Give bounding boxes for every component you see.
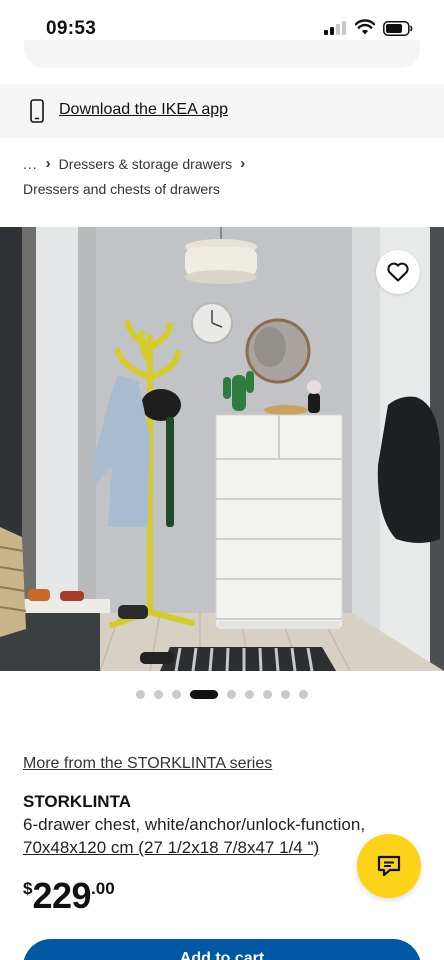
carousel-dot[interactable] [281,689,290,699]
carousel-dot-active[interactable] [190,689,218,699]
breadcrumb-current[interactable]: Dressers and chests of drawers [23,181,220,197]
carousel-dot[interactable] [227,689,236,699]
breadcrumb-item-dressers-storage-drawers[interactable]: Dressers & storage drawers [59,156,233,172]
carousel-dot[interactable] [245,689,254,699]
product-dimensions-link[interactable]: 70x48x120 cm (27 1/2x18 7/8x47 1/4 ") [23,838,319,858]
status-time: 09:53 [46,18,97,39]
app-download-banner[interactable]: Download the IKEA app [0,84,444,138]
product-price: $ 229 .00 [23,874,115,918]
add-to-wishlist-button[interactable] [376,250,420,294]
carousel-dot[interactable] [154,689,163,699]
carousel-dot[interactable] [172,689,181,699]
series-link[interactable]: More from the STORKLINTA series [23,755,272,773]
price-decimal: .00 [91,879,115,898]
search-bar-edge[interactable] [24,40,420,68]
heart-icon [387,262,409,282]
carousel-indicator [0,688,444,700]
carousel-dot[interactable] [136,689,145,699]
download-app-link[interactable]: Download the IKEA app [59,101,228,119]
phone-icon [30,99,44,123]
carousel-dot[interactable] [263,689,272,699]
product-photo [0,227,444,671]
chevron-right-icon: › [45,155,51,172]
breadcrumb-ellipsis[interactable]: ... [23,156,38,172]
cellular-signal-icon [324,21,348,35]
price-currency: $ [23,879,33,898]
product-name: STORKLINTA [23,792,131,811]
chevron-right-icon: › [240,155,246,172]
breadcrumb: ... › Dressers & storage drawers › [23,155,245,172]
add-to-cart-button[interactable]: Add to cart [23,939,421,960]
product-description: 6-drawer chest, white/anchor/unlock-func… [23,815,366,834]
price-integer: 229 [32,875,92,916]
wifi-icon [355,19,375,35]
carousel-dot[interactable] [299,689,308,699]
chat-icon [377,855,401,877]
chat-button[interactable] [357,834,421,898]
battery-icon [383,21,413,36]
product-image[interactable] [0,227,444,671]
